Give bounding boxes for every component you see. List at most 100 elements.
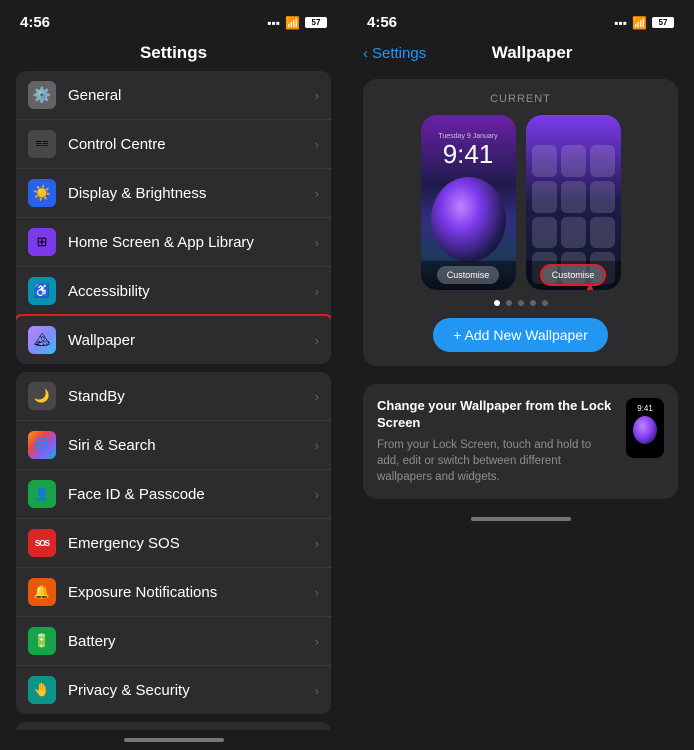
settings-item-display[interactable]: ☀️ Display & Brightness › xyxy=(16,169,331,218)
info-body: From your Lock Screen, touch and hold to… xyxy=(377,437,616,485)
wallpaper-label: Wallpaper xyxy=(68,332,315,349)
accessibility-chevron: › xyxy=(315,284,319,299)
signal-icon: ▪▪▪ xyxy=(267,16,280,30)
home-screen-preview: Customise xyxy=(526,115,621,290)
left-status-bar: 4:56 ▪▪▪ 📶 57 xyxy=(0,0,347,39)
settings-item-control-centre[interactable]: ≡≡ Control Centre › xyxy=(16,120,331,169)
siri-label: Siri & Search xyxy=(68,437,315,454)
face-id-label: Face ID & Passcode xyxy=(68,486,315,503)
app-placeholder-9 xyxy=(590,217,615,249)
standby-icon: 🌙 xyxy=(28,382,56,410)
right-nav-bar: ‹ Settings Wallpaper xyxy=(347,39,694,71)
emergency-chevron: › xyxy=(315,536,319,551)
app-placeholder-7 xyxy=(532,217,557,249)
right-time: 4:56 xyxy=(367,14,397,31)
app-placeholder-3 xyxy=(590,145,615,177)
red-arrow-up-icon xyxy=(575,282,605,290)
dot-4 xyxy=(530,300,536,306)
right-status-bar: 4:56 ▪▪▪ 📶 57 xyxy=(347,0,694,39)
display-icon: ☀️ xyxy=(28,179,56,207)
settings-group-2: 🌙 StandBy › 🌀 Siri & Search › 👤 Face ID … xyxy=(16,372,331,714)
pagination-dots xyxy=(494,300,548,306)
wallpaper-info-card: Change your Wallpaper from the Lock Scre… xyxy=(363,384,678,499)
exposure-chevron: › xyxy=(315,585,319,600)
add-wallpaper-button[interactable]: + Add New Wallpaper xyxy=(433,318,608,352)
general-label: General xyxy=(68,87,315,104)
info-text-block: Change your Wallpaper from the Lock Scre… xyxy=(377,398,616,485)
info-title: Change your Wallpaper from the Lock Scre… xyxy=(377,398,616,432)
dot-1 xyxy=(494,300,500,306)
settings-item-app-store[interactable]: A App Store › xyxy=(16,722,331,730)
settings-group-3: A App Store › 💳 Wallet › xyxy=(16,722,331,730)
settings-item-standby[interactable]: 🌙 StandBy › xyxy=(16,372,331,421)
wifi-icon: 📶 xyxy=(285,16,300,30)
current-label: CURRENT xyxy=(490,93,551,105)
general-icon: ⚙️ xyxy=(28,81,56,109)
wallpaper-chevron: › xyxy=(315,333,319,348)
siri-icon: 🌀 xyxy=(28,431,56,459)
right-panel: 4:56 ▪▪▪ 📶 57 ‹ Settings Wallpaper CURRE… xyxy=(347,0,694,750)
settings-item-battery[interactable]: 🔋 Battery › xyxy=(16,617,331,666)
home-screen-chevron: › xyxy=(315,235,319,250)
app-placeholder-1 xyxy=(532,145,557,177)
privacy-icon: 🤚 xyxy=(28,676,56,704)
face-id-icon: 👤 xyxy=(28,480,56,508)
app-placeholder-2 xyxy=(561,145,586,177)
settings-item-wallpaper[interactable]: 🏔 Wallpaper › xyxy=(16,316,331,364)
right-battery-indicator: 57 xyxy=(652,17,674,28)
settings-item-accessibility[interactable]: ♿ Accessibility › xyxy=(16,267,331,316)
settings-title: Settings xyxy=(0,39,347,71)
battery-item-icon: 🔋 xyxy=(28,627,56,655)
wallpaper-page-title: Wallpaper xyxy=(426,43,638,63)
accessibility-label: Accessibility xyxy=(68,283,315,300)
emergency-icon: SOS xyxy=(28,529,56,557)
lock-screen-orb xyxy=(431,177,506,262)
lock-screen-customise-button[interactable]: Customise xyxy=(437,266,500,284)
right-home-indicator xyxy=(471,517,571,521)
left-home-indicator xyxy=(124,738,224,742)
left-panel: 4:56 ▪▪▪ 📶 57 Settings ⚙️ General › ≡≡ C… xyxy=(0,0,347,750)
exposure-icon: 🔔 xyxy=(28,578,56,606)
face-id-chevron: › xyxy=(315,487,319,502)
control-centre-label: Control Centre xyxy=(68,136,315,153)
back-chevron-icon: ‹ xyxy=(363,45,368,62)
thumb-time: 9:41 xyxy=(637,404,653,413)
wallpaper-icon: 🏔 xyxy=(28,326,56,354)
settings-list: ⚙️ General › ≡≡ Control Centre › ☀️ Disp… xyxy=(0,71,347,730)
settings-item-exposure[interactable]: 🔔 Exposure Notifications › xyxy=(16,568,331,617)
accessibility-icon: ♿ xyxy=(28,277,56,305)
home-screen-customise-bar: Customise xyxy=(526,261,621,290)
settings-item-siri[interactable]: 🌀 Siri & Search › xyxy=(16,421,331,470)
left-time: 4:56 xyxy=(20,14,50,31)
settings-item-face-id[interactable]: 👤 Face ID & Passcode › xyxy=(16,470,331,519)
right-wifi-icon: 📶 xyxy=(632,16,647,30)
back-button[interactable]: ‹ Settings xyxy=(363,45,426,62)
wallpaper-screens-container: Tuesday 9 January 9:41 Customise xyxy=(421,115,621,290)
settings-group-1: ⚙️ General › ≡≡ Control Centre › ☀️ Disp… xyxy=(16,71,331,364)
lock-screen-preview: Tuesday 9 January 9:41 Customise xyxy=(421,115,516,290)
settings-item-privacy[interactable]: 🤚 Privacy & Security › xyxy=(16,666,331,714)
privacy-chevron: › xyxy=(315,683,319,698)
right-status-icons: ▪▪▪ 📶 57 xyxy=(614,16,674,30)
right-signal-icon: ▪▪▪ xyxy=(614,16,627,30)
home-screen-icon: ⊞ xyxy=(28,228,56,256)
lock-time: 9:41 xyxy=(443,141,494,167)
app-placeholder-6 xyxy=(590,181,615,213)
dot-3 xyxy=(518,300,524,306)
left-status-icons: ▪▪▪ 📶 57 xyxy=(267,16,327,30)
settings-item-general[interactable]: ⚙️ General › xyxy=(16,71,331,120)
settings-item-emergency[interactable]: SOS Emergency SOS › xyxy=(16,519,331,568)
settings-item-home-screen[interactable]: ⊞ Home Screen & App Library › xyxy=(16,218,331,267)
battery-chevron: › xyxy=(315,634,319,649)
control-centre-chevron: › xyxy=(315,137,319,152)
dot-5 xyxy=(542,300,548,306)
display-chevron: › xyxy=(315,186,319,201)
battery-indicator: 57 xyxy=(305,17,327,28)
emergency-label: Emergency SOS xyxy=(68,535,315,552)
battery-label: Battery xyxy=(68,633,315,650)
wallpaper-preview-card: CURRENT Tuesday 9 January 9:41 Customise xyxy=(363,79,678,366)
info-phone-thumbnail: 9:41 xyxy=(626,398,664,458)
app-placeholder-5 xyxy=(561,181,586,213)
exposure-label: Exposure Notifications xyxy=(68,584,315,601)
app-placeholder-8 xyxy=(561,217,586,249)
